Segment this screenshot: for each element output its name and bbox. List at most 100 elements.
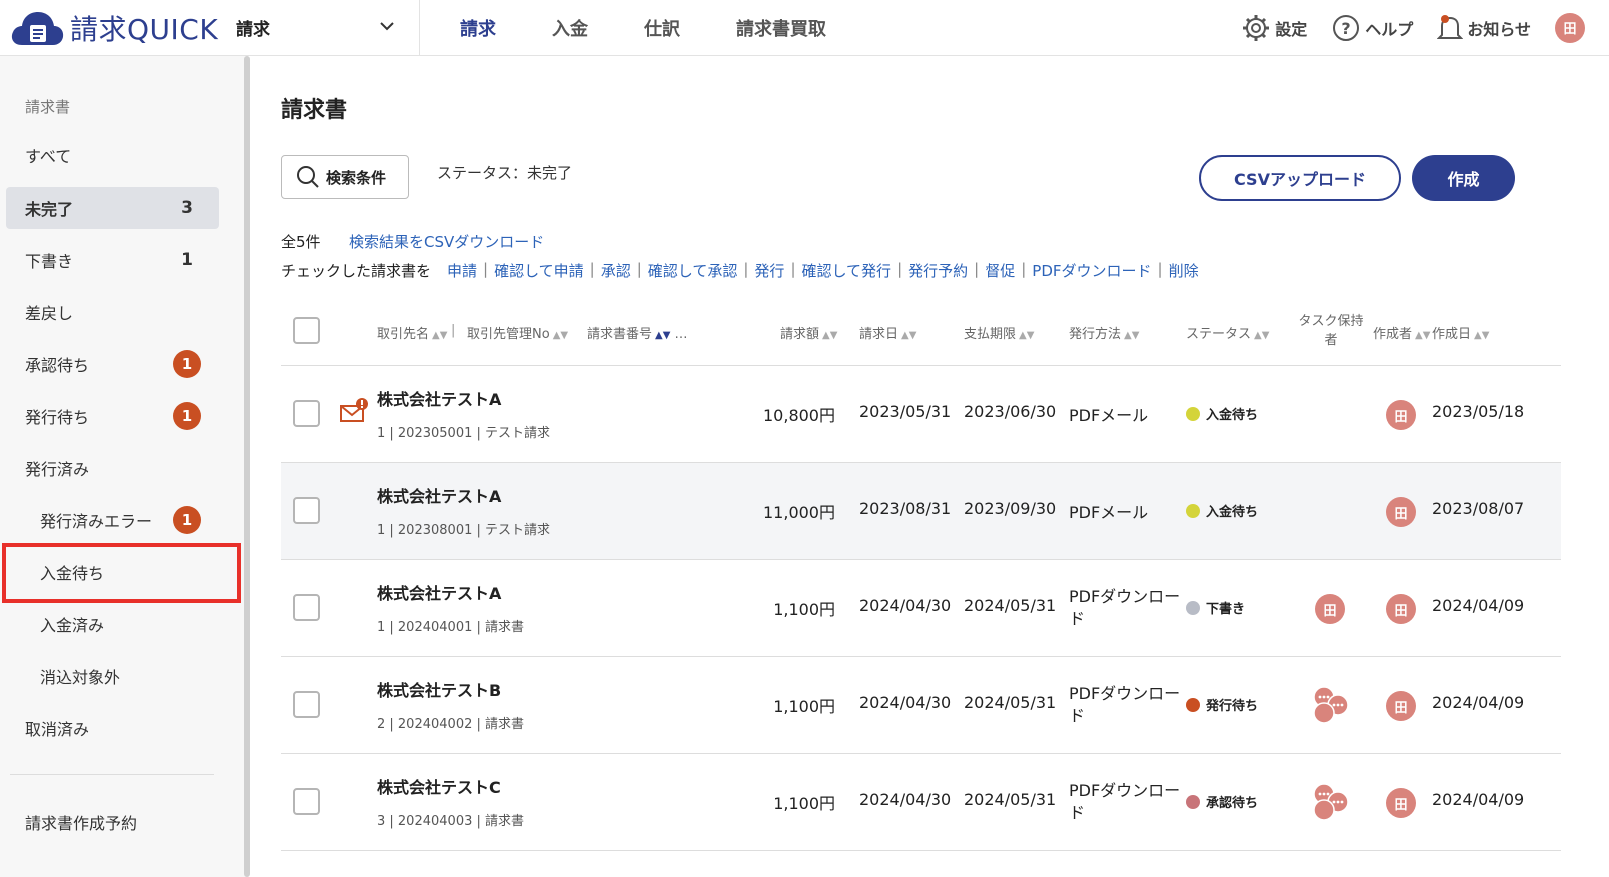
highlight-annotation-box [2,543,241,603]
create-button[interactable]: 作成 [1412,155,1515,201]
mail-alert-icon [340,398,368,422]
help-label: ヘルプ [1365,19,1414,39]
assignee-avatar: 田 [1315,594,1345,624]
sidebar-item-excluded[interactable]: 消込対象外 [6,655,219,697]
sidebar-item-label: すべて [25,147,72,166]
creator-avatar: 田 [1386,497,1416,527]
client-name[interactable]: 株式会社テストA [377,386,501,410]
sidebar-item-draft[interactable]: 下書き 1 [6,239,219,281]
column-header-invoice-no[interactable]: 請求書番号 ▲▼ … [587,323,688,342]
row-checkbox[interactable] [293,497,320,524]
bulk-delete-link[interactable]: 削除 [1169,260,1199,281]
bulk-confirm-approve-link[interactable]: 確認して承認 [648,260,738,281]
sidebar-scrollbar[interactable] [244,56,250,877]
invoice-meta: 1 | 202404001 | 請求書 [377,620,524,635]
notifications-button[interactable]: お知らせ [1437,13,1531,43]
client-name[interactable]: 株式会社テストC [377,774,501,798]
sidebar-item-returned[interactable]: 差戻し [6,291,219,333]
column-header-created[interactable]: 作成日 ▲▼ [1432,323,1489,342]
cloud-logo-icon [11,12,64,45]
column-header-method[interactable]: 発行方法 ▲▼ [1069,323,1139,342]
bulk-pdf-download-link[interactable]: PDFダウンロード [1032,260,1151,281]
issue-method: PDFメール [1069,406,1149,425]
sidebar-item-label: 請求書作成予約 [25,814,138,833]
table-row[interactable]: 株式会社テストA 1 | 202308001 | テスト請求 11,000円 2… [281,463,1561,560]
bell-icon [1437,14,1464,39]
client-name[interactable]: 株式会社テストB [377,677,501,701]
help-button[interactable]: ? ヘルプ [1331,13,1413,43]
bulk-schedule-issue-link[interactable]: 発行予約 [908,260,968,281]
topnav-item-factoring[interactable]: 請求書買取 [736,15,826,41]
sidebar-item-label: 差戻し [25,304,74,323]
product-selector[interactable]: 請求 [236,0,420,55]
sidebar-item-issued[interactable]: 発行済み [6,447,219,489]
amount: 10,800円 [763,406,835,425]
count-badge: 1 [173,402,201,430]
table-row[interactable]: 株式会社テストA 1 | 202404001 | 請求書 1,100円 2024… [281,560,1561,657]
topnav-item-invoice[interactable]: 請求 [460,15,496,41]
user-avatar[interactable]: 田 [1555,12,1585,43]
bulk-remind-link[interactable]: 督促 [985,260,1015,281]
column-header-amount[interactable]: 請求額 ▲▼ [780,323,837,342]
invoice-date: 2024/04/30 [859,790,952,809]
bulk-approve-link[interactable]: 承認 [601,260,631,281]
creator-avatar: 田 [1386,691,1416,721]
status-badge: 下書き [1186,598,1245,617]
sidebar-item-cancelled[interactable]: 取消済み [6,707,219,749]
issue-method: PDFダウンロード [1069,684,1181,725]
amount: 1,100円 [773,697,835,716]
status-badge: 入金待ち [1186,501,1258,520]
bulk-apply-link[interactable]: 申請 [447,260,477,281]
creator-avatar: 田 [1386,594,1416,624]
column-header-status[interactable]: ステータス ▲▼ [1186,323,1269,342]
status-badge: 入金待ち [1186,404,1258,423]
topnav-item-journal[interactable]: 仕訳 [644,15,680,41]
row-checkbox[interactable] [293,691,320,718]
csv-download-link[interactable]: 検索結果をCSVダウンロード [349,231,544,252]
search-conditions-button[interactable]: 検索条件 [281,155,409,199]
bulk-confirm-apply-link[interactable]: 確認して申請 [494,260,584,281]
column-header-client[interactable]: 取引先名 ▲▼ [377,323,447,342]
column-header-invoice-date[interactable]: 請求日 ▲▼ [859,323,916,342]
sidebar-item-paid[interactable]: 入金済み [6,603,219,645]
table-row[interactable]: 株式会社テストC 3 | 202404003 | 請求書 1,100円 2024… [281,754,1561,851]
app-logo[interactable]: 請求QUICK [10,8,218,48]
sidebar-item-incomplete[interactable]: 未完了 3 [6,187,219,229]
logo-text-kanji: 請求 [70,14,128,45]
client-name[interactable]: 株式会社テストA [377,580,501,604]
table-row[interactable]: 株式会社テストA 1 | 202305001 | テスト請求 10,800円 2… [281,366,1561,463]
sidebar-item-all[interactable]: すべて [6,134,219,176]
sidebar-item-issue-error[interactable]: 発行済みエラー 1 [6,499,219,541]
sidebar-item-scheduled[interactable]: 請求書作成予約 [6,801,219,843]
status-dot [1186,600,1200,615]
page-title: 請求書 [281,98,348,123]
sort-icon: ▲▼ [1415,330,1431,341]
csv-upload-button[interactable]: CSVアップロード [1199,155,1401,201]
column-header-due-date[interactable]: 支払期限 ▲▼ [964,323,1034,342]
logo-text-latin: QUICK [127,13,219,46]
due-date: 2024/05/31 [964,693,1057,712]
sidebar-item-awaiting-approval[interactable]: 承認待ち 1 [6,343,219,385]
column-header-creator[interactable]: 作成者 ▲▼ [1373,323,1430,342]
table-row[interactable]: 株式会社テストB 2 | 202404002 | 請求書 1,100円 2024… [281,657,1561,754]
client-name[interactable]: 株式会社テストA [377,483,501,507]
settings-button[interactable]: 設定 [1241,13,1307,43]
row-checkbox[interactable] [293,594,320,621]
row-checkbox[interactable] [293,400,320,427]
topnav-item-payment[interactable]: 入金 [552,15,588,41]
amount: 1,100円 [773,794,835,813]
due-date: 2023/09/30 [964,499,1057,518]
bulk-action-label: チェックした請求書を [281,262,432,280]
due-date: 2023/06/30 [964,402,1057,421]
issue-method: PDFダウンロード [1069,781,1181,822]
column-header-client-no[interactable]: 取引先管理No ▲▼ [467,323,568,342]
svg-text:?: ? [1342,19,1351,38]
bulk-issue-link[interactable]: 発行 [754,260,784,281]
row-checkbox[interactable] [293,788,320,815]
select-all-checkbox[interactable] [293,317,320,344]
result-count: 全5件 [281,233,321,251]
status-dot [1186,697,1200,712]
bulk-confirm-issue-link[interactable]: 確認して発行 [802,260,892,281]
sidebar-item-awaiting-issue[interactable]: 発行待ち 1 [6,395,219,437]
created-date: 2023/08/07 [1432,499,1525,518]
